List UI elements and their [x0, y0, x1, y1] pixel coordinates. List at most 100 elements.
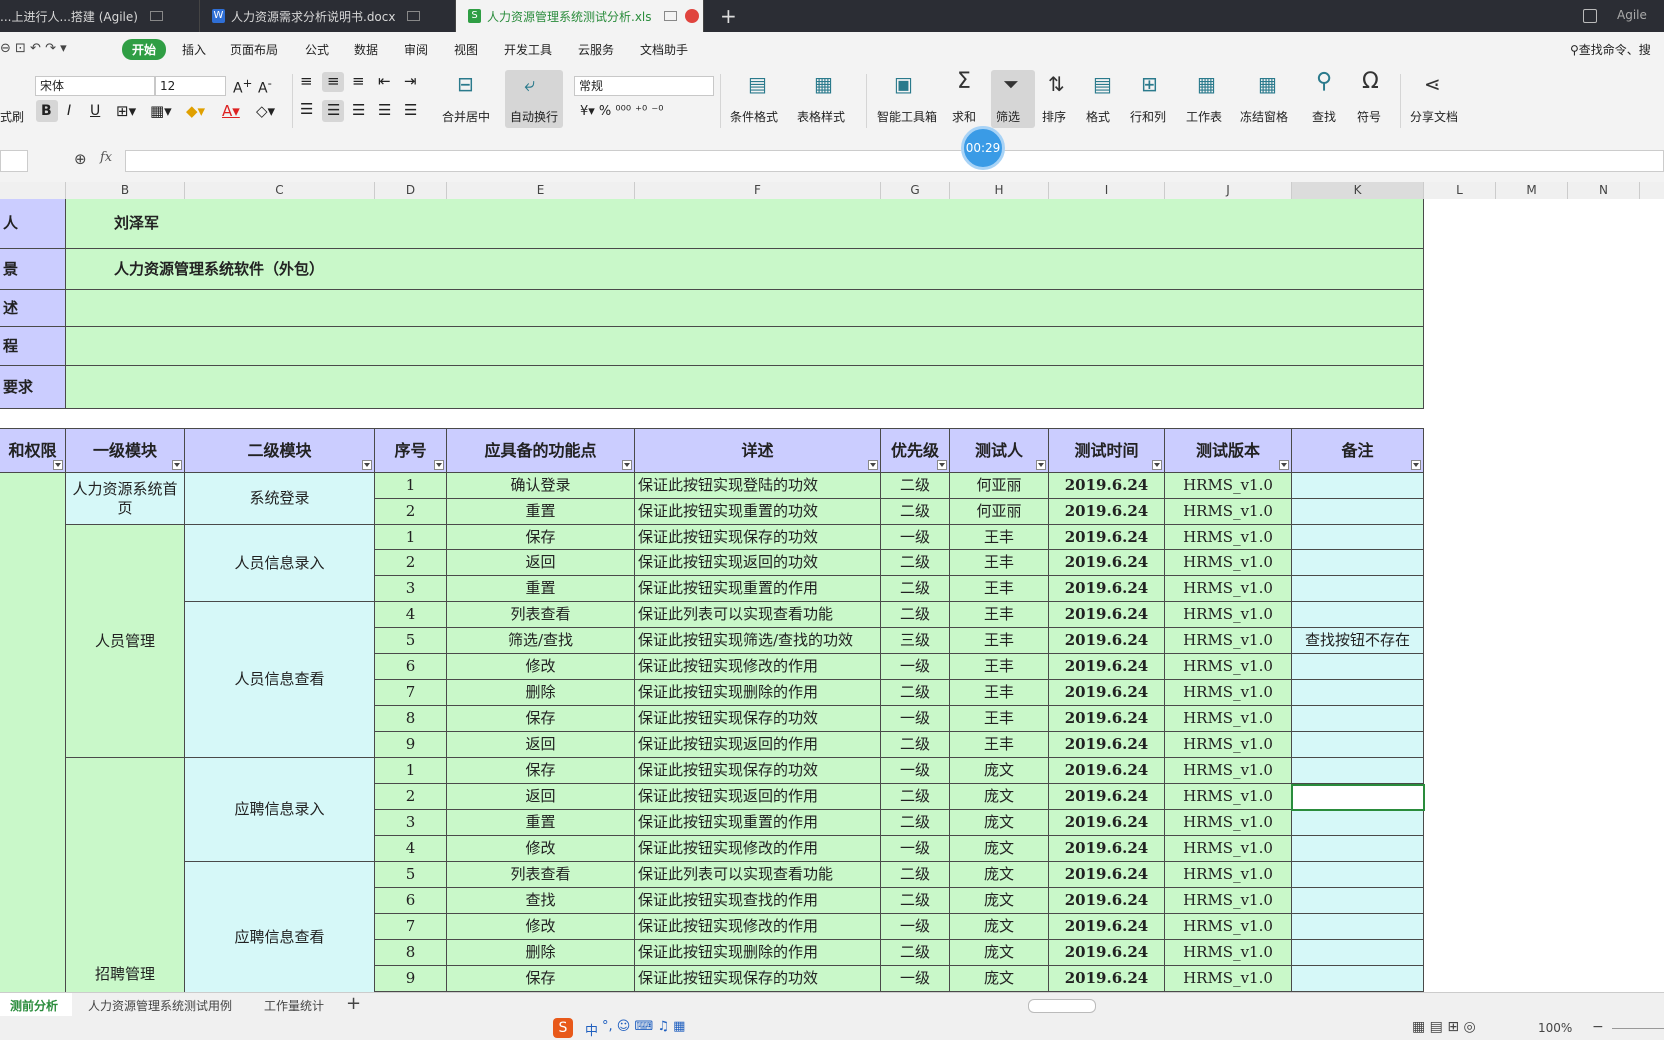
tester-cell[interactable]: 庞文 [950, 784, 1049, 810]
menu-insert[interactable]: 插入 [182, 41, 206, 58]
distributed-icon[interactable]: ☰ [404, 101, 417, 119]
conditional-format-button[interactable]: 条件格式 [730, 108, 778, 125]
level1-module-cell[interactable]: 人员管理 [66, 525, 185, 758]
header-cell[interactable]: 备注 [1292, 429, 1424, 473]
header-cell[interactable]: 测试版本 [1165, 429, 1292, 473]
selected-cell[interactable] [1291, 784, 1425, 811]
test-date-cell[interactable]: 2019.6.24 [1049, 914, 1165, 940]
level2-module-cell[interactable]: 应聘信息查看 [185, 862, 375, 992]
ime-toolbar-icons[interactable]: °, ☺ ⌨ ♫ ▦ [602, 1019, 685, 1034]
version-cell[interactable]: HRMS_v1.0 [1165, 473, 1292, 499]
header-cell[interactable]: 二级模块 [185, 429, 375, 473]
function-cell[interactable]: 列表查看 [447, 862, 635, 888]
italic-icon[interactable]: I [67, 103, 71, 119]
table-style-button[interactable]: 表格样式 [797, 108, 845, 125]
zoom-out-icon[interactable]: − [1592, 1019, 1604, 1035]
detail-cell[interactable]: 保证此按钮实现查找的作用 [635, 888, 881, 914]
row-number-cell[interactable]: 6 [375, 654, 447, 680]
function-cell[interactable]: 删除 [447, 680, 635, 706]
remark-cell[interactable] [1292, 836, 1424, 862]
horizontal-scrollbar[interactable] [1028, 999, 1096, 1013]
remark-cell[interactable] [1292, 706, 1424, 732]
align-bottom-icon[interactable]: ≡ [352, 72, 365, 90]
ime-logo-icon[interactable]: S [553, 1018, 573, 1038]
freeze-button[interactable]: 冻结窗格 [1240, 108, 1288, 125]
tester-cell[interactable]: 庞文 [950, 810, 1049, 836]
filter-dropdown-icon[interactable] [868, 460, 878, 470]
info-label[interactable]: 程 [0, 327, 66, 366]
function-cell[interactable]: 确认登录 [447, 473, 635, 499]
priority-cell[interactable]: 二级 [881, 784, 950, 810]
test-date-cell[interactable]: 2019.6.24 [1049, 680, 1165, 706]
detail-cell[interactable]: 保证此按钮实现返回的功效 [635, 550, 881, 576]
tester-cell[interactable]: 王丰 [950, 654, 1049, 680]
detail-cell[interactable]: 保证此按钮实现保存的功效 [635, 758, 881, 784]
function-cell[interactable]: 重置 [447, 810, 635, 836]
version-cell[interactable]: HRMS_v1.0 [1165, 602, 1292, 628]
version-cell[interactable]: HRMS_v1.0 [1165, 628, 1292, 654]
priority-cell[interactable]: 二级 [881, 680, 950, 706]
filter-dropdown-icon[interactable] [1152, 460, 1162, 470]
header-cell[interactable]: 应具备的功能点 [447, 429, 635, 473]
row-col-button[interactable]: 行和列 [1130, 108, 1166, 125]
indent-decrease-icon[interactable]: ⇤ [378, 72, 391, 90]
row-number-cell[interactable]: 3 [375, 576, 447, 602]
function-cell[interactable]: 返回 [447, 784, 635, 810]
fill-color-icon[interactable]: ◆▾ [186, 102, 205, 120]
function-cell[interactable]: 重置 [447, 576, 635, 602]
add-sheet-icon[interactable]: + [346, 993, 361, 1014]
header-cell[interactable]: 一级模块 [66, 429, 185, 473]
sort-button[interactable]: 排序 [1042, 108, 1066, 125]
filter-dropdown-icon[interactable] [1411, 460, 1421, 470]
level1-module-cell[interactable]: 人力资源系统首页 [66, 473, 185, 525]
info-label[interactable]: 人 [0, 199, 66, 249]
test-date-cell[interactable]: 2019.6.24 [1049, 654, 1165, 680]
row-number-cell[interactable]: 1 [375, 473, 447, 499]
priority-cell[interactable]: 一级 [881, 525, 950, 550]
version-cell[interactable]: HRMS_v1.0 [1165, 758, 1292, 784]
priority-cell[interactable]: 一级 [881, 966, 950, 992]
align-top-icon[interactable]: ≡ [300, 72, 313, 90]
menu-data[interactable]: 数据 [354, 41, 378, 58]
priority-cell[interactable]: 一级 [881, 836, 950, 862]
version-cell[interactable]: HRMS_v1.0 [1165, 706, 1292, 732]
function-cell[interactable]: 返回 [447, 550, 635, 576]
tester-cell[interactable]: 王丰 [950, 680, 1049, 706]
tester-cell[interactable]: 王丰 [950, 602, 1049, 628]
border-icon[interactable]: ⊞▾ [116, 102, 136, 120]
info-label[interactable]: 要求 [0, 366, 66, 409]
number-format-select[interactable]: 常规 [574, 76, 714, 96]
row-number-cell[interactable]: 7 [375, 914, 447, 940]
font-name-select[interactable]: 宋体 [35, 76, 155, 96]
detail-cell[interactable]: 保证此按钮实现修改的作用 [635, 836, 881, 862]
remark-cell[interactable] [1292, 602, 1424, 628]
detail-cell[interactable]: 保证此按钮实现重置的作用 [635, 810, 881, 836]
font-shrink-icon[interactable]: A- [258, 76, 272, 97]
function-cell[interactable]: 保存 [447, 706, 635, 732]
column-header[interactable]: K [1292, 182, 1424, 199]
remark-cell[interactable] [1292, 862, 1424, 888]
zoom-slider[interactable] [1612, 1028, 1664, 1029]
merge-center-button[interactable]: 合并居中 [442, 108, 490, 125]
font-color-icon[interactable]: A▾ [222, 102, 240, 120]
filter-dropdown-icon[interactable] [434, 460, 444, 470]
menu-page-layout[interactable]: 页面布局 [230, 41, 278, 58]
menu-view[interactable]: 视图 [454, 41, 478, 58]
row-number-cell[interactable]: 3 [375, 810, 447, 836]
column-header[interactable]: F [635, 182, 881, 199]
priority-cell[interactable]: 二级 [881, 888, 950, 914]
remark-cell[interactable] [1292, 888, 1424, 914]
doc-tab-test-analysis[interactable]: S 人力资源管理系统测试分析.xls [456, 0, 704, 32]
detail-cell[interactable]: 保证此按钮实现重置的功效 [635, 499, 881, 525]
priority-cell[interactable]: 二级 [881, 499, 950, 525]
info-label[interactable]: 述 [0, 290, 66, 327]
remark-cell[interactable] [1292, 914, 1424, 940]
format-button[interactable]: 格式 [1086, 108, 1110, 125]
version-cell[interactable]: HRMS_v1.0 [1165, 550, 1292, 576]
column-header[interactable]: G [881, 182, 950, 199]
detail-cell[interactable]: 保证此按钮实现返回的作用 [635, 732, 881, 758]
info-value[interactable]: 刘泽军 [66, 199, 1424, 249]
row-number-cell[interactable]: 5 [375, 628, 447, 654]
detail-cell[interactable]: 保证此按钮实现保存的功效 [635, 706, 881, 732]
test-date-cell[interactable]: 2019.6.24 [1049, 602, 1165, 628]
